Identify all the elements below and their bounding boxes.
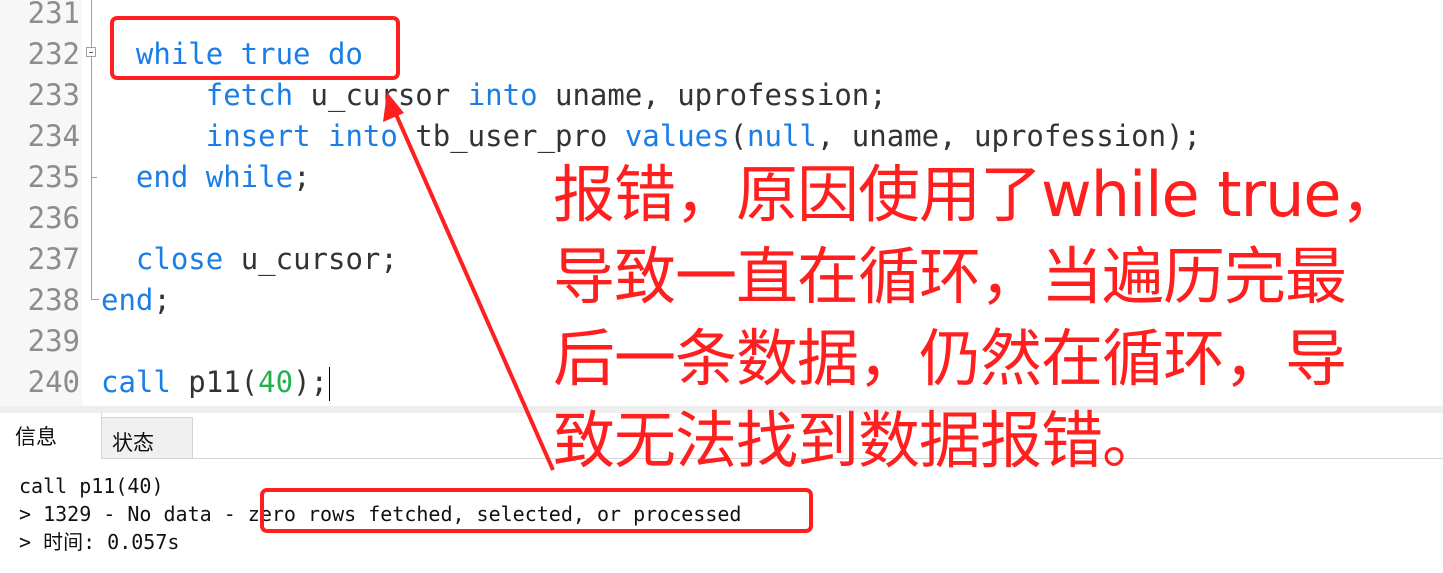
annotation-explanation: 报错，原因使用了while true， 导致一直在循环，当遍历完最 后一条数据，…	[553, 154, 1443, 482]
annotation-line: 导致一直在循环，当遍历完最	[553, 240, 1347, 313]
arrow-shaft	[393, 111, 555, 471]
annotation-line: 报错，原因使用了while true，	[553, 158, 1403, 231]
annotation-line: 致无法找到数据报错。	[553, 404, 1164, 477]
arrow-head-icon	[383, 92, 404, 122]
tab-message[interactable]: 信息	[0, 413, 102, 459]
annotation-line: 后一条数据，仍然在循环，导	[553, 322, 1347, 395]
